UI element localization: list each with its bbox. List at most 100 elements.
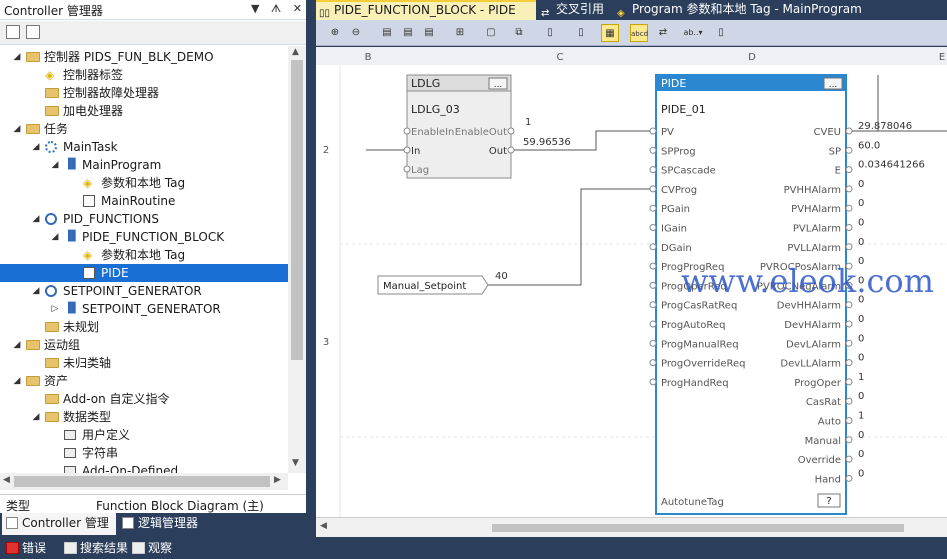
ldlg-output-pin[interactable] <box>507 127 515 135</box>
tree-item[interactable]: ◢ MainTask <box>0 138 288 156</box>
tree-item[interactable]: ◢ SETPOINT_GENERATOR <box>0 282 288 300</box>
expand-all-icon[interactable] <box>26 25 40 39</box>
pide-output-pin[interactable] <box>845 359 853 367</box>
tree-item[interactable]: ◈ 控制器标签 <box>0 66 288 84</box>
tree-item[interactable]: ◢ PID_FUNCTIONS <box>0 210 288 228</box>
tree-item[interactable]: ◢ ▐▌ PIDE_FUNCTION_BLOCK <box>0 228 288 246</box>
tree-item[interactable]: ◢ 数据类型 <box>0 408 288 426</box>
tree-vertical-scrollbar[interactable]: ▲ ▼ <box>288 46 306 473</box>
tree-item[interactable]: ◢ 控制器 PIDS_FUN_BLK_DEMO <box>0 48 288 66</box>
pide-output-pin[interactable] <box>845 397 853 405</box>
copy-icon[interactable]: ▤ <box>420 24 438 42</box>
pide-tag-name[interactable]: PIDE_01 <box>661 103 706 116</box>
tree-item[interactable]: MainRoutine <box>0 192 288 210</box>
panel-menu-button[interactable]: ▼ <box>251 2 259 15</box>
panel-pin-button[interactable]: ᗑ <box>271 2 281 15</box>
tab-controller-organizer[interactable]: Controller 管理器 <box>2 513 116 550</box>
pide-output-pin[interactable] <box>845 127 853 135</box>
collapse-icon[interactable]: ◢ <box>50 228 60 246</box>
tree-item[interactable]: ◢ 运动组 <box>0 336 288 354</box>
wire-icon[interactable]: ⇄ <box>654 24 672 42</box>
pide-input-pin[interactable] <box>649 243 657 251</box>
tag-description-toggle-icon[interactable]: abcd <box>630 24 648 42</box>
scroll-thumb[interactable] <box>14 476 270 487</box>
collapse-icon[interactable]: ◢ <box>31 282 41 300</box>
tree-item[interactable]: ◢ ▐▌ MainProgram <box>0 156 288 174</box>
tab-cross-reference[interactable]: ⇄ 交叉引用 <box>538 0 614 20</box>
ldlg-input-pin[interactable] <box>403 127 411 135</box>
pide-input-pin[interactable] <box>649 281 657 289</box>
tree-item[interactable]: Add-On-Defined <box>0 462 288 473</box>
panel-close-button[interactable]: ✕ <box>293 2 302 15</box>
pide-output-pin[interactable] <box>845 146 853 154</box>
scroll-down-icon[interactable]: ▼ <box>292 458 299 468</box>
collapse-icon[interactable]: ◢ <box>31 408 41 426</box>
collapse-all-icon[interactable] <box>6 25 20 39</box>
input-reference-icon[interactable]: ▯ <box>541 24 559 42</box>
pide-output-pin[interactable] <box>845 166 853 174</box>
pide-input-pin[interactable] <box>649 127 657 135</box>
zoom-in-icon[interactable]: ⊕ <box>326 24 344 42</box>
tree-item[interactable]: ◈ 参数和本地 Tag <box>0 174 288 192</box>
tree-item[interactable]: ▷ ▐▌ SETPOINT_GENERATOR <box>0 300 288 318</box>
collapse-icon[interactable]: ◢ <box>31 210 41 228</box>
scroll-right-icon[interactable]: ▶ <box>274 475 281 485</box>
tree-item[interactable]: ◢ 资产 <box>0 372 288 390</box>
format-dropdown-icon[interactable]: ab..▾ <box>678 24 708 42</box>
tree-item[interactable]: Add-on 自定义指令 <box>0 390 288 408</box>
pide-output-pin[interactable] <box>845 378 853 386</box>
collapse-icon[interactable]: ◢ <box>50 156 60 174</box>
pide-output-pin[interactable] <box>845 455 853 463</box>
pide-output-pin[interactable] <box>845 339 853 347</box>
collapse-icon[interactable]: ◢ <box>12 372 22 390</box>
tab-program-tags[interactable]: ◈ Program 参数和本地 Tag - MainProgram <box>614 0 947 20</box>
tree-item[interactable]: 用户定义 <box>0 426 288 444</box>
tree-item[interactable]: PIDE <box>0 264 288 282</box>
search-results-tab[interactable]: 搜索结果 <box>62 540 128 556</box>
pide-input-pin[interactable] <box>649 378 657 386</box>
tree-item[interactable]: 字符串 <box>0 444 288 462</box>
collapse-icon[interactable]: ◢ <box>12 336 22 354</box>
watch-tab[interactable]: 观察 <box>130 540 172 556</box>
scroll-thumb[interactable] <box>492 524 904 532</box>
ldlg-output-pin[interactable] <box>507 146 515 154</box>
verify-icon[interactable]: ▤ <box>378 24 396 42</box>
pide-output-pin[interactable] <box>845 243 853 251</box>
pide-output-pin[interactable] <box>845 185 853 193</box>
ldlg-tag-name[interactable]: LDLG_03 <box>411 103 460 116</box>
pide-output-pin[interactable] <box>845 224 853 231</box>
pide-input-pin[interactable] <box>649 185 657 193</box>
expand-icon[interactable]: ▷ <box>50 300 60 318</box>
pide-input-pin[interactable] <box>649 301 657 309</box>
tree-item[interactable]: ◢ 任务 <box>0 120 288 138</box>
add-element-icon[interactable]: ⊞ <box>451 24 469 42</box>
tree-horizontal-scrollbar[interactable]: ◀ ▶ <box>0 473 288 490</box>
ldlg-input-pin[interactable] <box>403 165 411 173</box>
paste-icon[interactable]: ⧉ <box>510 24 528 42</box>
pide-output-pin[interactable] <box>845 301 853 309</box>
scroll-up-icon[interactable]: ▲ <box>292 47 299 57</box>
pide-output-pin[interactable] <box>845 320 853 328</box>
collapse-icon[interactable]: ◢ <box>31 138 41 156</box>
ldlg-input-pin[interactable] <box>403 146 411 154</box>
cut-icon[interactable]: ▢ <box>482 24 500 42</box>
pide-input-pin[interactable] <box>649 262 657 270</box>
tree-item[interactable]: 未规划 <box>0 318 288 336</box>
editor-horizontal-scrollbar[interactable]: ◀ <box>316 517 947 537</box>
tree-item[interactable]: 加电处理器 <box>0 102 288 120</box>
tree-item[interactable]: 未归类轴 <box>0 354 288 372</box>
pide-output-pin[interactable] <box>845 417 853 424</box>
pide-output-pin[interactable] <box>845 436 853 444</box>
scroll-thumb[interactable] <box>291 60 303 360</box>
tree-item[interactable]: ◈ 参数和本地 Tag <box>0 246 288 264</box>
sheet-navigation-icon[interactable]: ▯ <box>712 24 730 42</box>
pide-output-pin[interactable] <box>845 474 853 482</box>
fbd-canvas[interactable]: B C D E 2 3 LDLG... LDLG_03 EnableIn In Lag EnableO… <box>316 47 947 517</box>
tab-logical-organizer[interactable]: 逻辑管理器 <box>118 513 218 535</box>
pide-input-pin[interactable] <box>649 359 657 367</box>
pide-input-pin[interactable] <box>649 204 657 212</box>
pide-input-pin[interactable] <box>649 166 657 174</box>
output-reference-icon[interactable]: ▯ <box>572 24 590 42</box>
zoom-out-icon[interactable]: ⊖ <box>347 24 365 42</box>
pide-input-pin[interactable] <box>649 146 657 154</box>
